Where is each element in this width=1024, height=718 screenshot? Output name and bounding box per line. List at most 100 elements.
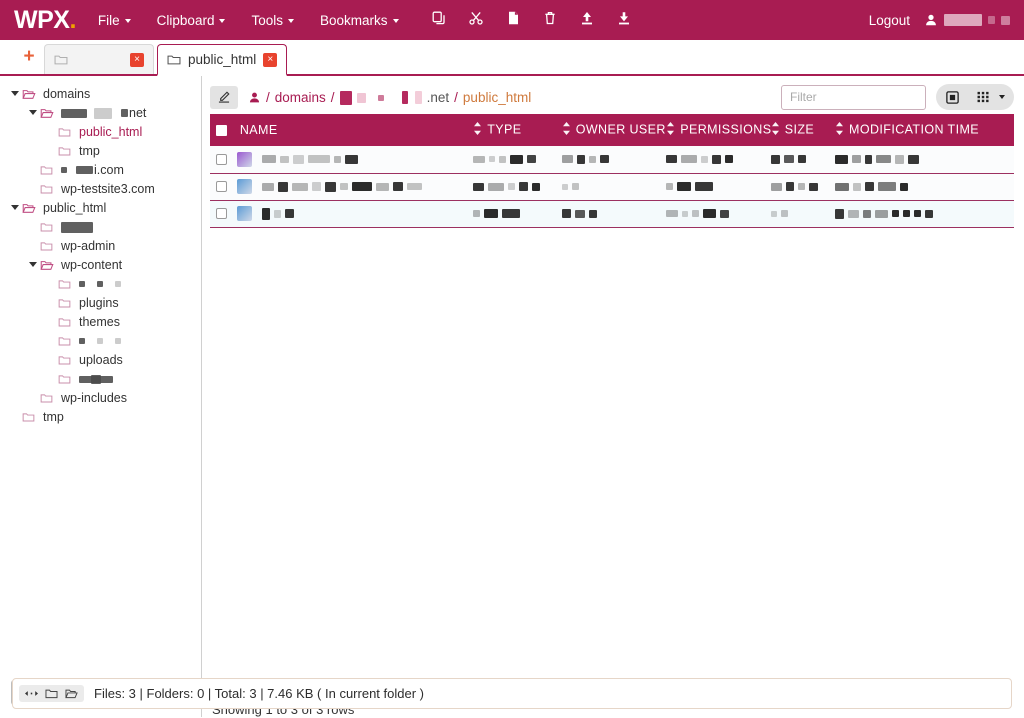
grid-view-button[interactable] xyxy=(973,90,1008,104)
breadcrumb-separator: / xyxy=(454,89,458,105)
menu-tools[interactable]: Tools xyxy=(251,13,294,28)
cell-name[interactable] xyxy=(210,173,468,201)
trash-icon[interactable] xyxy=(542,10,558,31)
tab-item-blank[interactable]: × xyxy=(44,44,154,74)
new-tab-button[interactable]: + xyxy=(14,42,44,72)
sort-icon xyxy=(473,122,482,138)
tree-node-redacted[interactable] xyxy=(0,369,201,388)
user-account[interactable] xyxy=(924,13,1010,27)
top-navigation-bar: WPX. File Clipboard Tools Bookmarks Logo… xyxy=(0,0,1024,40)
folder-icon xyxy=(40,240,58,252)
content-panel: / domains / .net / public_html Filter NA… xyxy=(202,76,1024,717)
menu-bookmarks[interactable]: Bookmarks xyxy=(320,13,399,28)
folder-open-icon[interactable] xyxy=(65,688,78,699)
tree-node-label: public_html xyxy=(79,124,143,139)
cell-modification-time xyxy=(829,146,1014,174)
column-header-name[interactable]: NAME xyxy=(210,114,468,146)
tree-node-wp-admin[interactable]: wp-admin xyxy=(0,236,201,255)
breadcrumb-item-net[interactable]: .net xyxy=(427,90,450,105)
tree-node-wp-includes[interactable]: wp-includes xyxy=(0,388,201,407)
tree-node-tmp[interactable]: tmp xyxy=(0,141,201,160)
path-toolbar: / domains / .net / public_html xyxy=(210,76,1014,114)
menu-clipboard[interactable]: Clipboard xyxy=(157,13,226,28)
menu-file-label: File xyxy=(97,12,120,28)
folder-icon[interactable] xyxy=(45,688,58,699)
breadcrumb-item-domain-redacted[interactable] xyxy=(339,89,422,105)
row-checkbox[interactable] xyxy=(216,208,227,219)
tree-twisty-icon[interactable] xyxy=(8,91,22,96)
cell-name[interactable] xyxy=(210,200,468,228)
table-row[interactable] xyxy=(210,146,1014,174)
sidebar-file-tree-panel: domains net public_html tmp i.com wp-testsite… xyxy=(0,76,204,717)
menu-file[interactable]: File xyxy=(98,13,131,28)
directory-tree: domains net public_html tmp i.com wp-testsite… xyxy=(0,76,201,426)
upload-icon[interactable] xyxy=(579,10,595,31)
edit-path-button[interactable] xyxy=(210,85,238,109)
column-header-permissions[interactable]: PERMISSIONS xyxy=(660,114,771,146)
tree-node-plugins[interactable]: plugins xyxy=(0,293,201,312)
folder-open-icon xyxy=(22,202,40,214)
row-checkbox[interactable] xyxy=(216,181,227,192)
edit-path-icon xyxy=(218,91,230,103)
file-type-icon xyxy=(237,179,252,194)
tree-twisty-icon[interactable] xyxy=(8,205,22,210)
tab-strip: + × public_html × xyxy=(0,40,1024,76)
tree-node-wp-testsite3-com[interactable]: wp-testsite3.com xyxy=(0,179,201,198)
tree-node-uploads[interactable]: uploads xyxy=(0,350,201,369)
cell-modification-time xyxy=(829,200,1014,228)
logout-button[interactable]: Logout xyxy=(869,13,910,28)
tree-node-public-html[interactable]: public_html xyxy=(0,122,201,141)
app-logo[interactable]: WPX. xyxy=(14,7,76,33)
square-dot-icon xyxy=(946,90,959,104)
tab-close-button[interactable]: × xyxy=(130,52,144,67)
cell-owner-user xyxy=(555,146,661,174)
column-header-owner-user[interactable]: OWNER USER xyxy=(555,114,665,146)
tree-node-tmp[interactable]: tmp xyxy=(0,407,201,426)
resize-icon[interactable] xyxy=(25,688,38,699)
tree-node-public-html[interactable]: public_html xyxy=(0,198,201,217)
tree-node-label xyxy=(76,277,121,291)
tree-twisty-icon[interactable] xyxy=(26,262,40,267)
username-redacted-3 xyxy=(1001,15,1010,25)
column-header-modification-time[interactable]: MODIFICATION TIME xyxy=(829,114,1014,146)
tab-close-button[interactable]: × xyxy=(263,52,278,67)
tree-node-label: i.com xyxy=(58,163,124,177)
breadcrumb-item-domains[interactable]: domains xyxy=(275,90,326,105)
cell-size xyxy=(764,146,830,174)
sort-icon xyxy=(835,122,844,138)
filter-input[interactable] xyxy=(781,84,926,110)
table-row[interactable] xyxy=(210,173,1014,201)
table-row[interactable] xyxy=(210,200,1014,228)
column-header-size[interactable]: SIZE xyxy=(764,114,830,146)
download-icon[interactable] xyxy=(616,10,632,31)
tree-node-redacted[interactable]: i.com xyxy=(0,160,201,179)
cell-size xyxy=(764,200,830,228)
tree-twisty-icon[interactable] xyxy=(26,110,40,115)
select-all-checkbox[interactable] xyxy=(216,125,227,137)
tree-node-redacted[interactable] xyxy=(0,274,201,293)
paste-icon[interactable] xyxy=(505,10,521,31)
tree-node-wp-content[interactable]: wp-content xyxy=(0,255,201,274)
folder-icon xyxy=(58,335,76,347)
tree-node-redacted[interactable] xyxy=(0,217,201,236)
tree-node-domains[interactable]: domains xyxy=(0,84,201,103)
tree-node-label: themes xyxy=(79,314,120,329)
tree-node-redacted[interactable]: net xyxy=(0,103,201,122)
column-header-type[interactable]: TYPE xyxy=(467,114,556,146)
chevron-down-icon xyxy=(999,95,1005,99)
row-checkbox[interactable] xyxy=(216,153,227,165)
file-type-icon xyxy=(237,206,252,221)
user-icon xyxy=(249,92,260,102)
breadcrumb-item-public-html[interactable]: public_html xyxy=(463,90,531,105)
column-header-permissions-label: PERMISSIONS xyxy=(680,122,772,137)
tree-node-redacted[interactable] xyxy=(0,331,201,350)
tree-node-label: net xyxy=(58,106,146,120)
tree-node-label: public_html xyxy=(43,200,107,215)
cell-name[interactable] xyxy=(210,146,468,174)
cell-type xyxy=(467,173,556,201)
select-view-button[interactable] xyxy=(942,90,963,105)
tree-node-themes[interactable]: themes xyxy=(0,312,201,331)
copy-icon[interactable] xyxy=(431,10,447,31)
cut-icon[interactable] xyxy=(468,10,484,31)
tab-item-public-html[interactable]: public_html × xyxy=(157,44,288,76)
